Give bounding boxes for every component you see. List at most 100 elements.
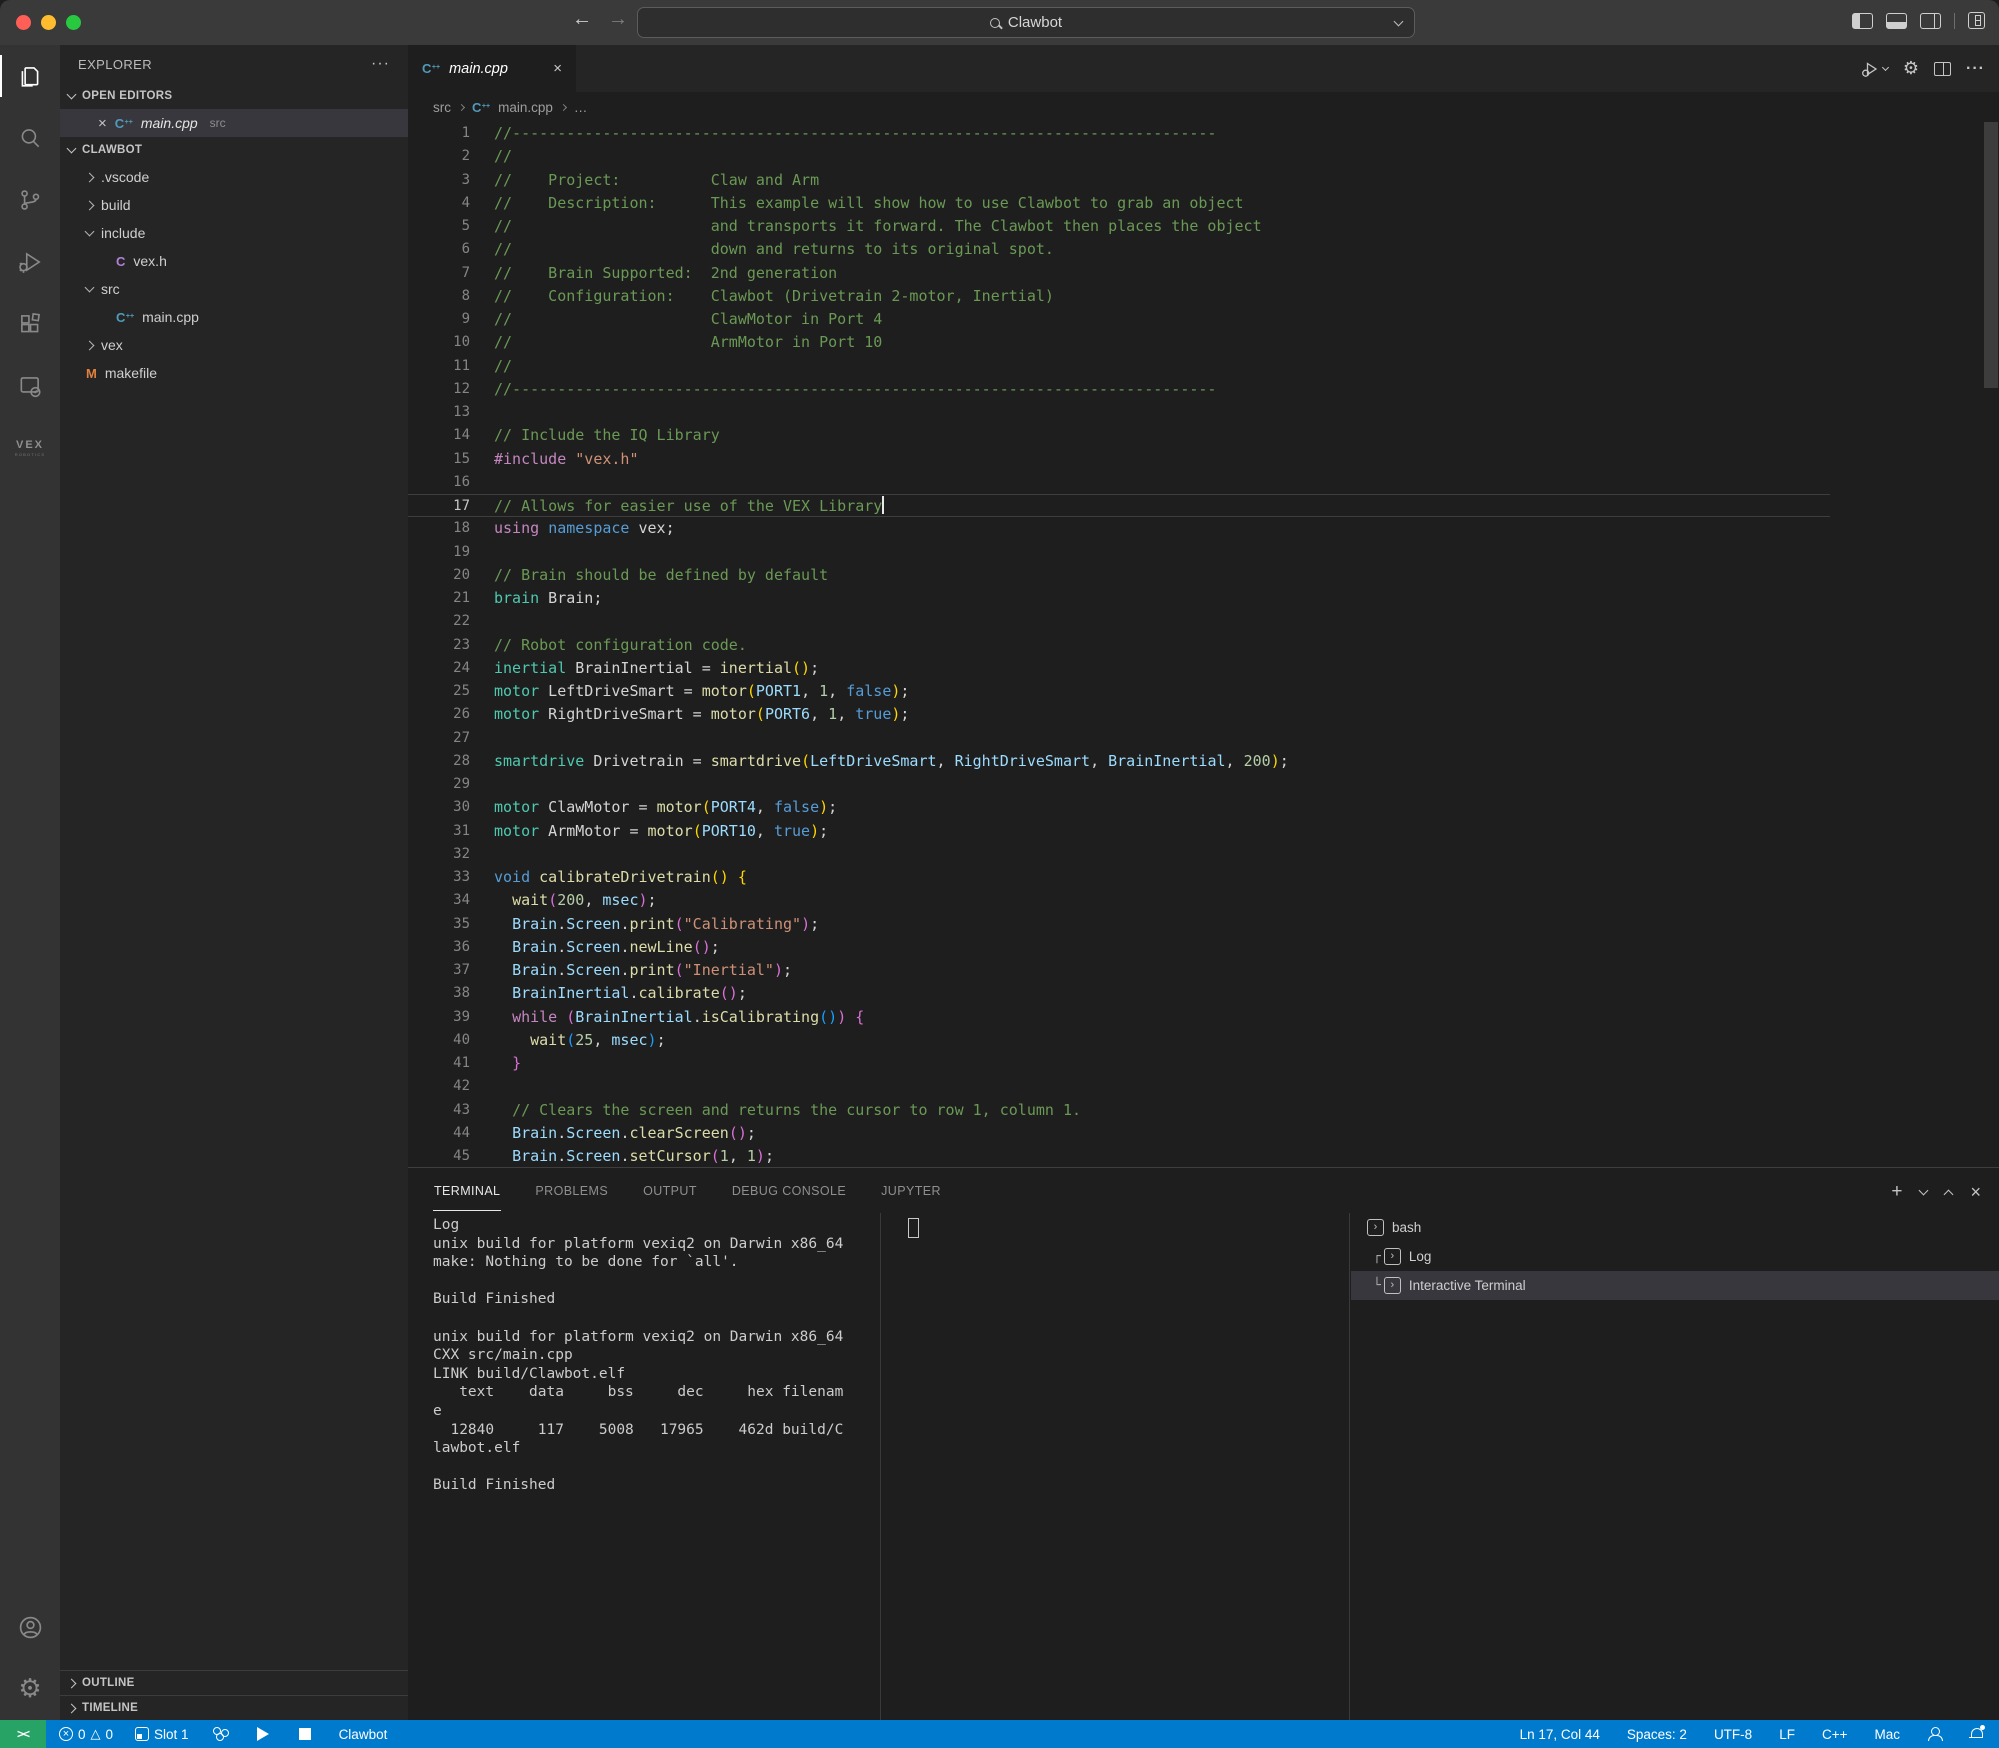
- code-line-12[interactable]: 12 //------------------------------------…: [408, 378, 1830, 401]
- code-line-3[interactable]: 3 // Project: Claw and Arm: [408, 169, 1830, 192]
- breadcrumb-symbol[interactable]: …: [574, 100, 588, 115]
- open-editors-header[interactable]: OPEN EDITORS: [60, 83, 408, 109]
- open-editor-main-cpp[interactable]: × C main.cpp src: [60, 109, 408, 137]
- terminal-session-Interactive-Terminal[interactable]: └ Interactive Terminal: [1351, 1271, 1999, 1300]
- customize-layout-icon[interactable]: [1968, 12, 1985, 29]
- code-line-43[interactable]: 43 // Clears the screen and returns the …: [408, 1099, 1830, 1122]
- toggle-sidebar-icon[interactable]: [1852, 12, 1873, 29]
- code-line-22[interactable]: 22: [408, 610, 1830, 633]
- new-terminal-icon[interactable]: [1891, 1181, 1902, 1203]
- activity-settings[interactable]: ⚙: [0, 1658, 60, 1720]
- zoom-window-button[interactable]: [66, 15, 81, 30]
- code-line-21[interactable]: 21 brain Brain;: [408, 587, 1830, 610]
- code-line-19[interactable]: 19: [408, 541, 1830, 564]
- close-panel-icon[interactable]: [1970, 1182, 1981, 1203]
- activity-extensions[interactable]: [0, 293, 60, 355]
- tree-item-makefile[interactable]: Mmakefile: [60, 359, 408, 387]
- code-line-10[interactable]: 10 // ArmMotor in Port 10: [408, 331, 1830, 354]
- notifications-bell-icon[interactable]: [1969, 1725, 1985, 1741]
- tab-output[interactable]: OUTPUT: [642, 1170, 698, 1211]
- terminal-output[interactable]: Log unix build for platform vexiq2 on Dar…: [433, 1216, 843, 1495]
- code-line-7[interactable]: 7 // Brain Supported: 2nd generation: [408, 262, 1830, 285]
- code-line-23[interactable]: 23 // Robot configuration code.: [408, 634, 1830, 657]
- code-line-37[interactable]: 37 Brain.Screen.print("Inertial");: [408, 959, 1830, 982]
- code-line-29[interactable]: 29: [408, 773, 1830, 796]
- breadcrumb-file[interactable]: main.cpp: [498, 100, 553, 115]
- code-line-38[interactable]: 38 BrainInertial.calibrate();: [408, 982, 1830, 1005]
- tab-terminal[interactable]: TERMINAL: [433, 1170, 502, 1211]
- tree-item-main-cpp[interactable]: Cmain.cpp: [60, 303, 408, 331]
- toggle-secondary-sidebar-icon[interactable]: [1920, 12, 1941, 29]
- minimize-window-button[interactable]: [41, 15, 56, 30]
- code-line-34[interactable]: 34 wait(200, msec);: [408, 889, 1830, 912]
- keymap[interactable]: Mac: [1874, 1727, 1900, 1742]
- breadcrumb-dir[interactable]: src: [433, 100, 451, 115]
- activity-source-control[interactable]: [0, 169, 60, 231]
- code-line-33[interactable]: 33 void calibrateDrivetrain() {: [408, 866, 1830, 889]
- code-line-17[interactable]: 17 // Allows for easier use of the VEX Li…: [408, 494, 1830, 518]
- code-line-6[interactable]: 6 // down and returns to its original spo…: [408, 238, 1830, 261]
- pane-divider[interactable]: [880, 1213, 881, 1720]
- tree-item-src[interactable]: src: [60, 275, 408, 303]
- run-debug-button[interactable]: [1860, 59, 1889, 79]
- chevron-down-icon[interactable]: [1919, 1185, 1929, 1196]
- code-line-8[interactable]: 8 // Configuration: Clawbot (Drivetrain 2…: [408, 285, 1830, 308]
- code-line-30[interactable]: 30 motor ClawMotor = motor(PORT4, false);: [408, 796, 1830, 819]
- activity-explorer[interactable]: [0, 45, 60, 107]
- code-line-5[interactable]: 5 // and transports it forward. The Clawb…: [408, 215, 1830, 238]
- cursor-position[interactable]: Ln 17, Col 44: [1520, 1727, 1600, 1742]
- split-editor-icon[interactable]: [1934, 61, 1952, 76]
- tab-problems[interactable]: PROBLEMS: [534, 1170, 609, 1211]
- code-line-1[interactable]: 1 //-------------------------------------…: [408, 122, 1830, 145]
- terminal-session-bash[interactable]: bash: [1351, 1213, 1999, 1242]
- eol-sequence[interactable]: LF: [1779, 1727, 1795, 1742]
- more-actions-icon[interactable]: ···: [371, 55, 390, 73]
- language-mode[interactable]: C++: [1822, 1727, 1848, 1742]
- project-name[interactable]: Clawbot: [339, 1727, 388, 1742]
- code-line-31[interactable]: 31 motor ArmMotor = motor(PORT10, true);: [408, 820, 1830, 843]
- tree-item-vex[interactable]: vex: [60, 331, 408, 359]
- command-center-search[interactable]: Clawbot: [637, 7, 1415, 38]
- close-tab-icon[interactable]: ×: [553, 60, 562, 77]
- close-window-button[interactable]: [16, 15, 31, 30]
- slot-selector[interactable]: Slot 1: [135, 1727, 189, 1742]
- code-line-26[interactable]: 26 motor RightDriveSmart = motor(PORT6, 1…: [408, 703, 1830, 726]
- back-icon[interactable]: ←: [572, 8, 592, 31]
- code-line-14[interactable]: 14 // Include the IQ Library: [408, 424, 1830, 447]
- code-line-24[interactable]: 24 inertial BrainInertial = inertial();: [408, 657, 1830, 680]
- forward-icon[interactable]: →: [608, 8, 628, 31]
- timeline-section[interactable]: TIMELINE: [60, 1695, 408, 1720]
- code-line-13[interactable]: 13: [408, 401, 1830, 424]
- tree-item-build[interactable]: build: [60, 191, 408, 219]
- editor-scrollbar[interactable]: [1984, 122, 1998, 388]
- run-program-button[interactable]: [256, 1727, 269, 1741]
- folder-root-header[interactable]: CLAWBOT: [60, 137, 408, 163]
- encoding[interactable]: UTF-8: [1714, 1727, 1752, 1742]
- more-actions-icon[interactable]: [1966, 60, 1985, 78]
- code-line-42[interactable]: 42: [408, 1075, 1830, 1098]
- code-line-45[interactable]: 45 Brain.Screen.setCursor(1, 1);: [408, 1145, 1830, 1167]
- code-editor[interactable]: 1 //-------------------------------------…: [408, 122, 1999, 1167]
- code-line-44[interactable]: 44 Brain.Screen.clearScreen();: [408, 1122, 1830, 1145]
- indentation[interactable]: Spaces: 2: [1627, 1727, 1687, 1742]
- toggle-panel-icon[interactable]: [1886, 12, 1907, 29]
- activity-run-debug[interactable]: [0, 231, 60, 293]
- pane-divider[interactable]: [1349, 1213, 1350, 1720]
- tree-item--vscode[interactable]: .vscode: [60, 163, 408, 191]
- code-line-41[interactable]: 41 }: [408, 1052, 1830, 1075]
- code-line-2[interactable]: 2 //: [408, 145, 1830, 168]
- tab-debug-console[interactable]: DEBUG CONSOLE: [731, 1170, 847, 1211]
- stop-program-button[interactable]: [298, 1728, 311, 1740]
- activity-vex[interactable]: VEX ROBOTICS: [0, 417, 60, 479]
- remote-indicator[interactable]: ><: [0, 1720, 46, 1748]
- close-icon[interactable]: ×: [98, 115, 107, 132]
- tree-item-vex-h[interactable]: Cvex.h: [60, 247, 408, 275]
- code-line-25[interactable]: 25 motor LeftDriveSmart = motor(PORT1, 1,…: [408, 680, 1830, 703]
- code-line-39[interactable]: 39 while (BrainInertial.isCalibrating())…: [408, 1006, 1830, 1029]
- code-line-20[interactable]: 20 // Brain should be defined by default: [408, 564, 1830, 587]
- code-line-40[interactable]: 40 wait(25, msec);: [408, 1029, 1830, 1052]
- activity-remote-explorer[interactable]: [0, 355, 60, 417]
- code-line-36[interactable]: 36 Brain.Screen.newLine();: [408, 936, 1830, 959]
- terminal-session-Log[interactable]: ┌ Log: [1351, 1242, 1999, 1271]
- code-line-4[interactable]: 4 // Description: This example will show …: [408, 192, 1830, 215]
